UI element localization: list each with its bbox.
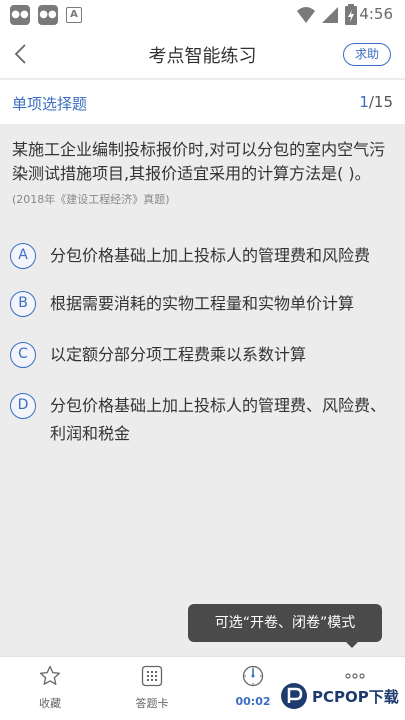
help-button[interactable]: 求助 bbox=[343, 43, 391, 66]
question-type-bar: 单项选择题 1/15 bbox=[0, 80, 405, 124]
pcpop-watermark: PCPOP下载 bbox=[276, 680, 405, 720]
question-counter: 1/15 bbox=[359, 93, 393, 111]
tab-favorite[interactable]: 收藏 bbox=[15, 657, 85, 720]
question-text: 某施工企业编制投标报价时,对可以分包的室内空气污染测试措施项目,其报价适宜采用的… bbox=[12, 140, 386, 183]
app-notification-icon: ●● bbox=[10, 5, 30, 25]
option-letter: C bbox=[10, 342, 36, 368]
status-bar: ●● ●● A 4:56 bbox=[0, 0, 405, 30]
option-text: 分包价格基础上加上投标人的管理费和风险费 bbox=[50, 246, 371, 265]
current-question-number: 1 bbox=[359, 93, 369, 111]
battery-icon bbox=[345, 4, 357, 25]
option-b[interactable]: B 根据需要消耗的实物工程量和实物单价计算 bbox=[10, 290, 395, 320]
question-source: (2018年《建设工程经济》真题) bbox=[12, 193, 170, 206]
option-letter: B bbox=[10, 291, 36, 317]
option-text: 根据需要消耗的实物工程量和实物单价计算 bbox=[50, 294, 355, 313]
tab-label: 答题卡 bbox=[135, 697, 169, 710]
app-notification-icon: ●● bbox=[38, 5, 58, 25]
timer-icon bbox=[242, 665, 264, 687]
star-icon bbox=[39, 665, 61, 685]
mode-tooltip: 可选“开卷、闭卷”模式 bbox=[188, 604, 382, 642]
pcpop-logo-icon bbox=[281, 683, 307, 709]
option-text: 以定额分部分项工程费乘以系数计算 bbox=[50, 345, 307, 364]
option-letter: D bbox=[10, 393, 36, 419]
option-letter: A bbox=[10, 243, 36, 269]
wifi-icon bbox=[297, 7, 315, 23]
clock: 4:56 bbox=[359, 5, 393, 23]
tooltip-arrow bbox=[346, 642, 358, 648]
tab-answer-sheet[interactable]: 答题卡 bbox=[117, 657, 187, 720]
a-notification-icon: A bbox=[66, 7, 82, 23]
signal-icon bbox=[322, 7, 338, 23]
watermark-text: PCPOP下载 bbox=[312, 688, 399, 706]
option-c[interactable]: C 以定额分部分项工程费乘以系数计算 bbox=[10, 341, 395, 371]
option-d[interactable]: D 分包价格基础上加上投标人的管理费、风险费、利润和税金 bbox=[10, 392, 395, 450]
app-header: 考点智能练习 求助 bbox=[0, 30, 405, 78]
option-a[interactable]: A 分包价格基础上加上投标人的管理费和风险费 bbox=[10, 242, 395, 272]
tab-label: 收藏 bbox=[39, 697, 61, 710]
question-stem: 某施工企业编制投标报价时,对可以分包的室内空气污染测试措施项目,其报价适宜采用的… bbox=[12, 138, 394, 212]
option-text: 分包价格基础上加上投标人的管理费、风险费、利润和税金 bbox=[50, 396, 387, 443]
total-questions: /15 bbox=[368, 93, 393, 111]
grid-icon bbox=[141, 665, 163, 687]
question-type-label: 单项选择题 bbox=[12, 95, 88, 113]
